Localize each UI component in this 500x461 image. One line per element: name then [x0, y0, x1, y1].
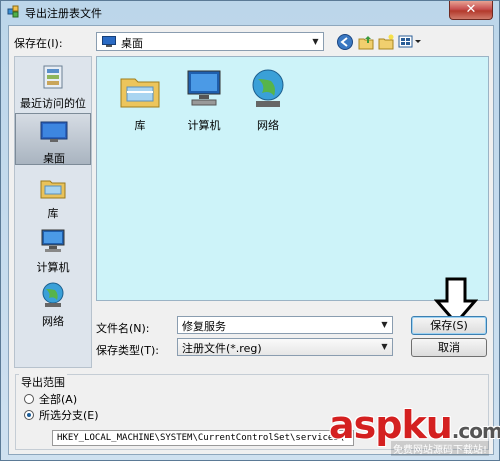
computer-icon — [41, 229, 65, 252]
radio-all[interactable] — [24, 394, 34, 404]
filetype-label: 保存类型(T): — [96, 344, 160, 357]
item-label: 库 — [134, 119, 146, 132]
save-button[interactable]: 保存(S) — [411, 316, 487, 335]
places-bar: 最近访问的位置 桌面 库 — [14, 56, 92, 368]
export-registry-dialog: 导出注册表文件 ✕ 保存在(I): 桌面 ▼ 最近访问的位 桌面 库 计算机 网… — [0, 0, 500, 461]
filetype-dropdown[interactable]: 注册文件(*.reg) ▼ — [177, 338, 393, 356]
chevron-down-icon: ▼ — [312, 37, 319, 46]
place-label: 计算机 — [36, 261, 70, 274]
place-label: 网络 — [42, 315, 64, 328]
libraries-icon — [40, 180, 66, 199]
filename-label: 文件名(N): — [96, 322, 150, 335]
item-label: 网络 — [257, 119, 279, 132]
close-button[interactable]: ✕ — [449, 1, 493, 20]
filename-value: 修复服务 — [182, 320, 226, 333]
place-label: 库 — [47, 207, 59, 220]
dialog-body: 保存在(I): 桌面 ▼ 最近访问的位 桌面 库 计算机 网络 库 计算机 网络… — [8, 25, 494, 455]
filename-input[interactable]: 修复服务 ▼ — [177, 316, 393, 334]
radio-selected-label: 所选分支(E) — [39, 409, 99, 422]
place-label: 桌面 — [43, 152, 65, 165]
computer-icon — [187, 70, 221, 106]
libraries-icon — [120, 78, 160, 108]
filetype-value: 注册文件(*.reg) — [182, 342, 262, 355]
network-icon — [42, 282, 64, 307]
list-item-network[interactable]: 网络 — [238, 67, 298, 133]
chevron-down-icon: ▼ — [381, 320, 388, 329]
file-list[interactable]: 库 计算机 网络 — [96, 56, 489, 301]
window-title: 导出注册表文件 — [25, 7, 102, 20]
new-folder-icon[interactable] — [377, 33, 395, 51]
place-network[interactable]: 网络 — [15, 277, 91, 329]
view-menu-icon[interactable] — [398, 33, 424, 51]
save-in-value: 桌面 — [121, 37, 143, 50]
place-desktop[interactable]: 桌面 — [15, 113, 91, 165]
desktop-icon — [102, 36, 116, 47]
place-recent[interactable]: 最近访问的位置 — [15, 59, 91, 126]
cancel-button[interactable]: 取消 — [411, 338, 487, 357]
watermark-tagline: 免费网站源码下载站! — [391, 441, 490, 456]
item-label: 计算机 — [187, 119, 221, 132]
save-in-dropdown[interactable]: 桌面 ▼ — [96, 32, 324, 51]
title-bar: 导出注册表文件 ✕ — [1, 1, 499, 23]
place-libraries[interactable]: 库 — [15, 169, 91, 221]
export-range-label: 导出范围 — [19, 374, 67, 390]
branch-path-field[interactable]: HKEY_LOCAL_MACHINE\SYSTEM\CurrentControl… — [52, 430, 354, 446]
radio-selected-branch[interactable] — [24, 410, 34, 420]
list-item-libraries[interactable]: 库 — [110, 67, 170, 133]
save-in-label: 保存在(I): — [14, 37, 63, 50]
back-icon[interactable] — [336, 33, 354, 51]
recent-places-icon — [43, 65, 63, 89]
desktop-icon — [40, 121, 68, 142]
network-icon — [252, 69, 284, 107]
chevron-down-icon: ▼ — [381, 342, 388, 351]
radio-all-label: 全部(A) — [39, 393, 78, 406]
up-folder-icon[interactable] — [357, 33, 375, 51]
list-item-computer[interactable]: 计算机 — [174, 67, 234, 133]
registry-editor-icon — [7, 5, 19, 18]
place-computer[interactable]: 计算机 — [15, 223, 91, 275]
